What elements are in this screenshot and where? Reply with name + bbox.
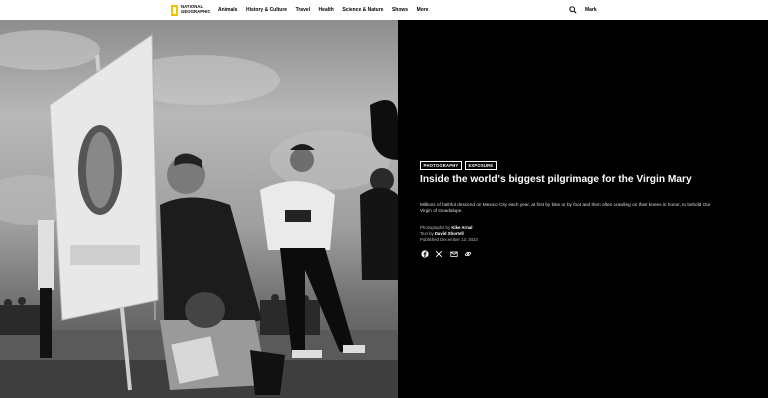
nav-history-culture[interactable]: History & Culture — [246, 7, 287, 13]
nav-science-nature[interactable]: Science & Nature — [342, 7, 383, 13]
photographer-name[interactable]: Kike Arnal — [451, 225, 472, 230]
article-description: Millions of faithful descend on Mexico C… — [420, 202, 711, 214]
natgeo-logo[interactable]: NATIONAL GEOGRAPHIC — [171, 3, 211, 17]
tag-photography[interactable]: PHOTOGRAPHY — [420, 161, 462, 170]
logo-yellow-frame-icon — [171, 4, 178, 16]
nav-health[interactable]: Health — [319, 7, 334, 13]
pilgrimage-photo-image — [0, 29, 398, 398]
main-nav: Animals History & Culture Travel Health … — [218, 0, 437, 20]
published-date: Published December 13, 2023 — [420, 237, 478, 242]
tag-exposure[interactable]: EXPOSURE — [464, 161, 497, 170]
x-icon[interactable] — [435, 250, 443, 258]
article-title: Inside the world's biggest pilgrimage fo… — [420, 174, 692, 185]
photo-credit-label: Photographs by — [420, 225, 451, 230]
email-icon[interactable] — [450, 250, 458, 258]
facebook-icon[interactable] — [421, 250, 429, 258]
nav-shows[interactable]: Shows — [392, 7, 408, 13]
text-credit-label: Text by — [420, 231, 434, 236]
article-tags: PHOTOGRAPHY EXPOSURE — [420, 161, 497, 170]
site-header: NATIONAL GEOGRAPHIC Animals History & Cu… — [0, 0, 768, 20]
nav-travel[interactable]: Travel — [296, 7, 310, 13]
logo-text-line2: GEOGRAPHIC — [181, 9, 211, 14]
link-icon[interactable] — [464, 250, 472, 258]
user-account-link[interactable]: Mark — [585, 7, 597, 13]
search-icon[interactable] — [569, 6, 577, 14]
nav-animals[interactable]: Animals — [218, 7, 237, 13]
photo-credit: Photographs by Kike Arnal — [420, 225, 472, 230]
text-credit: Text by David Shortell — [420, 231, 464, 236]
author-name[interactable]: David Shortell — [435, 231, 464, 236]
hero-photo — [0, 20, 398, 398]
nav-more[interactable]: More — [417, 7, 429, 13]
